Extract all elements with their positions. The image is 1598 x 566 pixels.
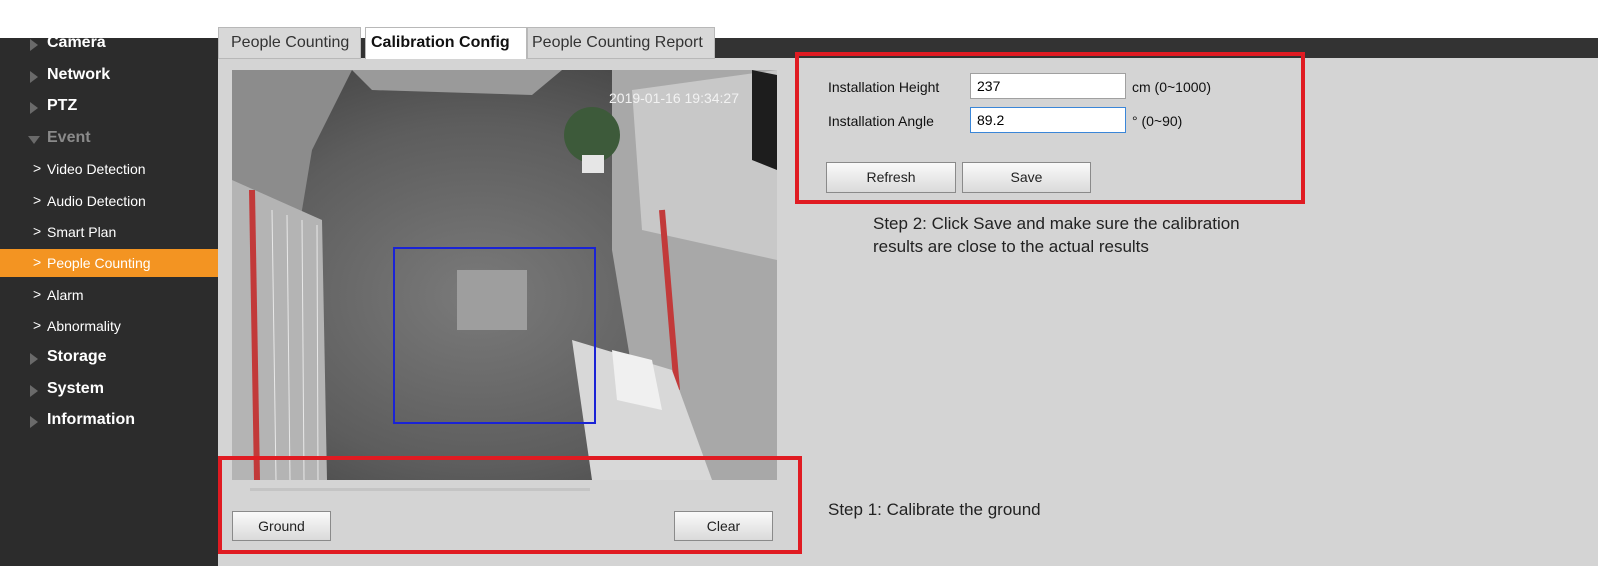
collapsed-arrow-icon	[30, 353, 38, 365]
sidebar-item-ptz[interactable]: PTZ	[0, 93, 218, 123]
sidebar-subitem-video-detection[interactable]: > Video Detection	[0, 155, 218, 183]
chevron-right-icon: >	[33, 160, 42, 176]
refresh-button[interactable]: Refresh	[826, 162, 956, 193]
installation-height-input[interactable]	[970, 73, 1126, 99]
sidebar-item-camera[interactable]: Camera	[0, 30, 218, 60]
collapsed-arrow-icon	[30, 71, 38, 83]
step1-note: Step 1: Calibrate the ground	[828, 500, 1041, 519]
tab-calibration-config[interactable]: Calibration Config	[365, 27, 527, 59]
collapsed-arrow-icon	[30, 102, 38, 114]
sidebar-item-information[interactable]: Information	[0, 407, 218, 437]
video-timestamp: 2019-01-16 19:34:27	[609, 90, 739, 106]
sidebar-subitem-smart-plan[interactable]: > Smart Plan	[0, 218, 218, 246]
sidebar-subitem-abnormality[interactable]: > Abnormality	[0, 312, 218, 340]
step2-note-line1: Step 2: Click Save and make sure the cal…	[873, 214, 1240, 233]
collapsed-arrow-icon	[30, 416, 38, 428]
installation-angle-label: Installation Angle	[828, 113, 934, 129]
installation-height-label: Installation Height	[828, 79, 940, 95]
tab-people-counting[interactable]: People Counting	[218, 27, 361, 59]
collapsed-arrow-icon	[30, 39, 38, 51]
sidebar-subitem-audio-detection[interactable]: > Audio Detection	[0, 187, 218, 215]
calibration-region-box[interactable]	[393, 247, 596, 424]
save-button[interactable]: Save	[962, 162, 1091, 193]
expanded-arrow-icon	[28, 136, 40, 144]
sidebar-item-system[interactable]: System	[0, 376, 218, 406]
installation-height-unit: cm (0~1000)	[1132, 79, 1211, 95]
chevron-right-icon: >	[33, 286, 42, 302]
tab-people-counting-report[interactable]: People Counting Report	[527, 27, 715, 59]
collapsed-arrow-icon	[30, 385, 38, 397]
sidebar-subitem-alarm[interactable]: > Alarm	[0, 281, 218, 309]
chevron-right-icon: >	[33, 223, 42, 239]
installation-angle-unit: ° (0~90)	[1132, 113, 1183, 129]
chevron-right-icon: >	[33, 317, 42, 333]
video-preview[interactable]: 2019-01-16 19:34:27	[232, 70, 777, 480]
step2-note-line2: results are close to the actual results	[873, 237, 1149, 256]
chevron-right-icon: >	[33, 254, 42, 270]
sidebar: Camera Network PTZ Event > Video Detecti…	[0, 34, 218, 566]
sidebar-item-network[interactable]: Network	[0, 62, 218, 92]
installation-angle-input[interactable]	[970, 107, 1126, 133]
sidebar-item-storage[interactable]: Storage	[0, 344, 218, 374]
sidebar-subitem-people-counting[interactable]: > People Counting	[0, 249, 218, 277]
ground-button[interactable]: Ground	[232, 511, 331, 541]
clear-button[interactable]: Clear	[674, 511, 773, 541]
sidebar-item-event[interactable]: Event	[0, 125, 218, 155]
chevron-right-icon: >	[33, 192, 42, 208]
